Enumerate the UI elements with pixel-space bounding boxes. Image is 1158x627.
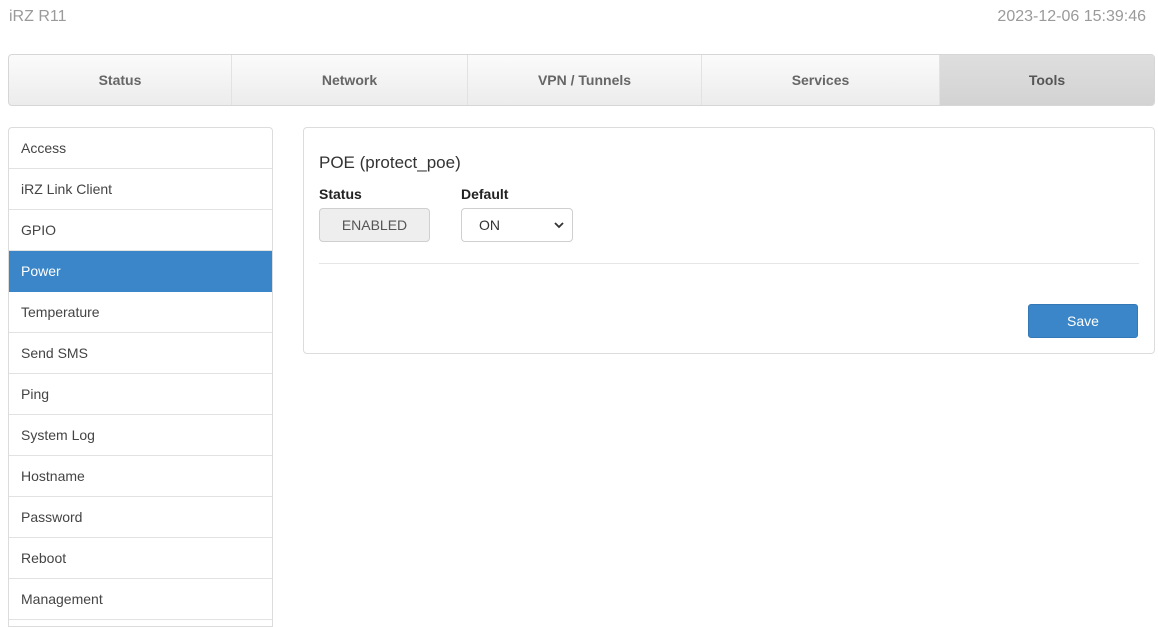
system-datetime: 2023-12-06 15:39:46	[997, 8, 1146, 25]
sidebar-item-irz-link-client[interactable]: iRZ Link Client	[9, 169, 272, 210]
save-button[interactable]: Save	[1028, 304, 1138, 338]
sidebar-item-send-sms[interactable]: Send SMS	[9, 333, 272, 374]
sidebar-item-gpio[interactable]: GPIO	[9, 210, 272, 251]
divider	[319, 263, 1139, 264]
tab-status[interactable]: Status	[9, 55, 232, 105]
default-select-value: ON	[479, 217, 500, 233]
default-label: Default	[461, 186, 509, 202]
panel-title: POE (protect_poe)	[319, 153, 461, 172]
sidebar-item-system-log[interactable]: System Log	[9, 415, 272, 456]
sidebar-item-reboot[interactable]: Reboot	[9, 538, 272, 579]
tab-network[interactable]: Network	[232, 55, 468, 105]
chevron-down-icon	[554, 209, 564, 254]
tools-sidebar: Access iRZ Link Client GPIO Power Temper…	[8, 127, 273, 627]
default-select[interactable]: ON	[461, 208, 573, 242]
sidebar-item-ping[interactable]: Ping	[9, 374, 272, 415]
top-bar: iRZ R11 2023-12-06 15:39:46	[0, 0, 1158, 40]
tab-tools[interactable]: Tools	[940, 55, 1154, 105]
sidebar-item-access[interactable]: Access	[9, 128, 272, 169]
sidebar-item-temperature[interactable]: Temperature	[9, 292, 272, 333]
status-label: Status	[319, 186, 362, 202]
poe-panel: POE (protect_poe) Status Default ENABLED…	[303, 127, 1155, 354]
sidebar-item-management[interactable]: Management	[9, 579, 272, 620]
tab-vpn-tunnels[interactable]: VPN / Tunnels	[468, 55, 702, 105]
brand-title: iRZ R11	[9, 8, 67, 25]
sidebar-item-hostname[interactable]: Hostname	[9, 456, 272, 497]
sidebar-item-power[interactable]: Power	[9, 251, 272, 292]
main-nav: Status Network VPN / Tunnels Services To…	[8, 54, 1155, 106]
sidebar-item-password[interactable]: Password	[9, 497, 272, 538]
status-value-field: ENABLED	[319, 208, 430, 242]
tab-services[interactable]: Services	[702, 55, 940, 105]
